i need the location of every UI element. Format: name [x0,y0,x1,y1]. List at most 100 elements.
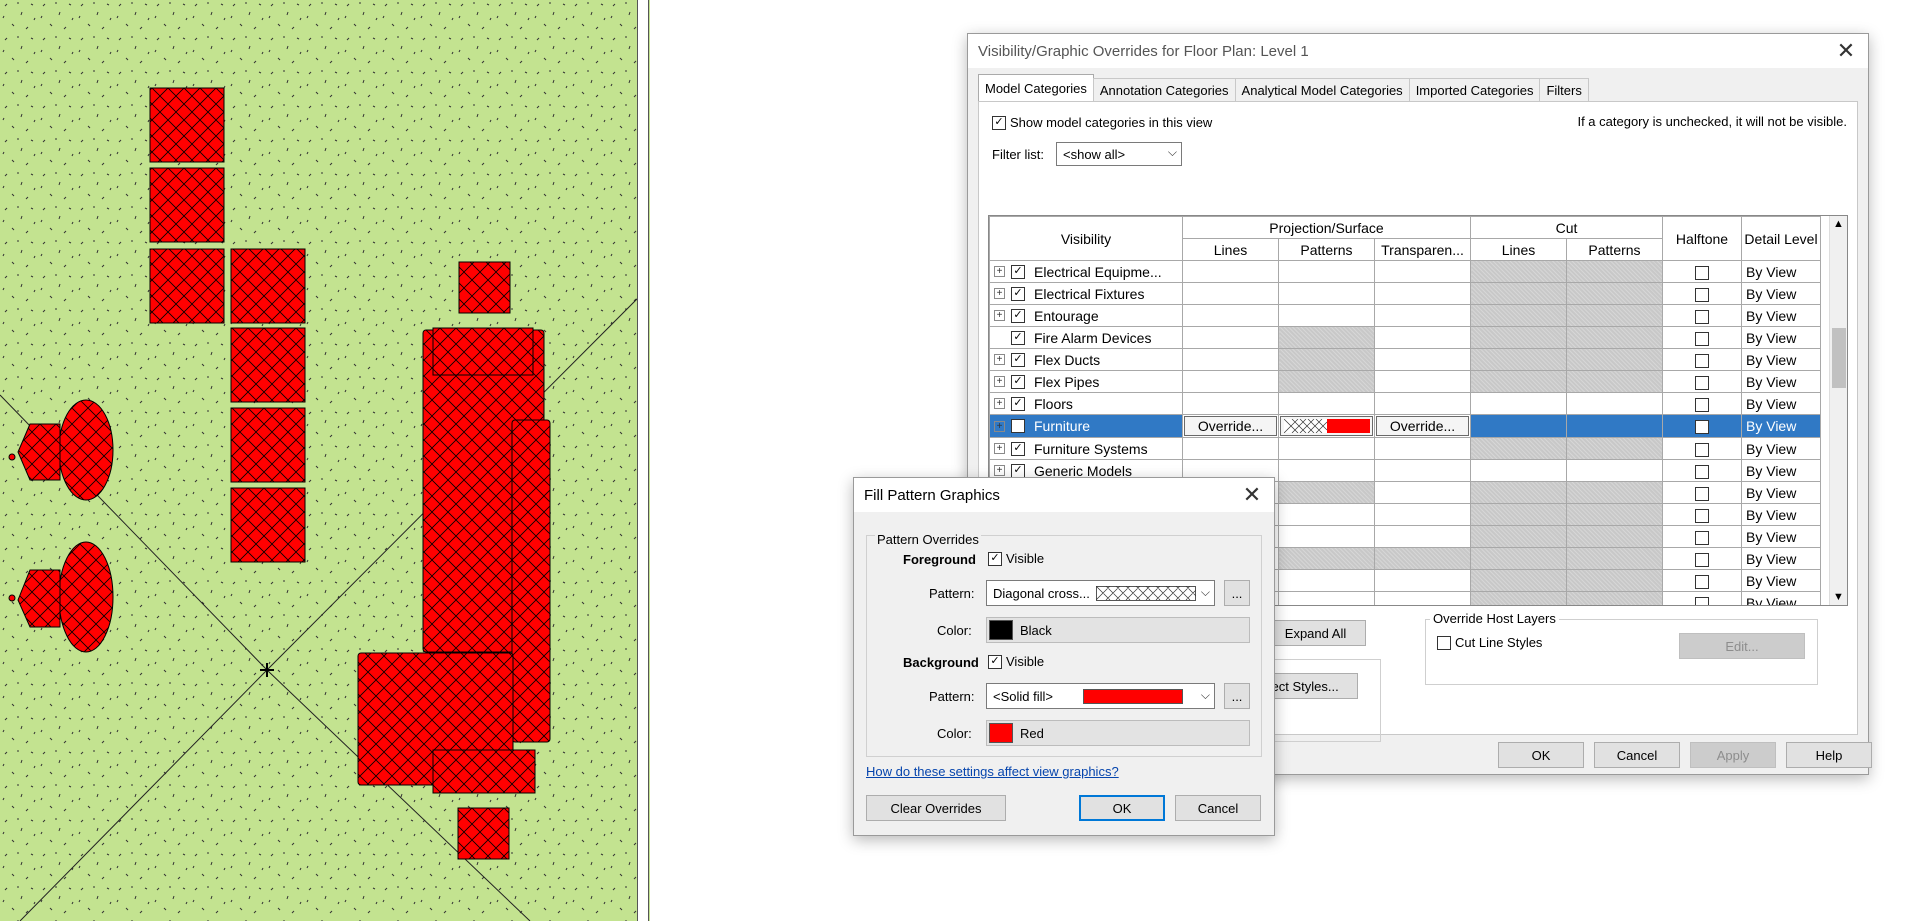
override-cell[interactable] [1374,437,1471,460]
visibility-checkbox[interactable]: ✓ [1011,441,1025,456]
override-cell[interactable] [1566,326,1663,349]
override-button[interactable]: Override... [1184,416,1277,436]
detail-level-cell[interactable]: By View [1741,326,1821,349]
override-cell[interactable] [1566,282,1663,305]
detail-level-cell[interactable]: By View [1741,348,1821,371]
halftone-checkbox[interactable] [1695,552,1709,567]
visibility-checkbox[interactable]: ✓ [1011,352,1025,367]
table-row[interactable]: + ✓ Flex Ducts By View [989,348,1821,371]
table-row[interactable]: + ✓ Floors By View [989,392,1821,415]
tab-annotation-categories[interactable]: Annotation Categories [1092,78,1236,102]
override-cell[interactable] [1182,260,1279,283]
visibility-checkbox[interactable]: ✓ [1011,396,1025,411]
override-cell[interactable] [1182,437,1279,460]
override-cell[interactable] [1566,591,1663,605]
foreground-color-button[interactable]: Black [986,617,1250,643]
category-cell[interactable]: + ✓ Entourage [989,304,1183,327]
halftone-checkbox[interactable] [1695,464,1709,479]
fp-cancel-button[interactable]: Cancel [1175,795,1261,821]
background-visible-checkbox[interactable]: ✓ [988,654,1002,669]
halftone-checkbox[interactable] [1695,420,1709,435]
override-cell[interactable] [1566,437,1663,460]
halftone-cell[interactable] [1662,547,1742,570]
override-cell[interactable] [1470,392,1567,415]
detail-level-cell[interactable]: By View [1741,392,1821,415]
halftone-cell[interactable] [1662,481,1742,504]
override-cell[interactable] [1470,304,1567,327]
close-icon[interactable]: ✕ [1834,38,1858,63]
override-cell[interactable] [1278,591,1375,605]
halftone-checkbox[interactable] [1695,287,1709,302]
halftone-checkbox[interactable] [1695,375,1709,390]
override-cell[interactable] [1470,503,1567,526]
override-cell[interactable] [1470,282,1567,305]
category-cell[interactable]: + ✓ Electrical Fixtures [989,282,1183,305]
detail-level-cell[interactable]: By View [1741,260,1821,283]
category-cell[interactable]: + ✓ Flex Ducts [989,348,1183,371]
override-cell[interactable] [1566,304,1663,327]
table-row[interactable]: + ✓ Furniture Systems By View [989,437,1821,460]
halftone-cell[interactable] [1662,569,1742,592]
detail-level-cell[interactable]: By View [1741,547,1821,570]
detail-level-cell[interactable]: By View [1741,525,1821,548]
override-cell[interactable] [1278,437,1375,460]
visibility-checkbox[interactable]: ✓ [1011,308,1025,323]
help-link[interactable]: How do these settings affect view graphi… [866,764,1119,779]
override-cell[interactable] [1278,525,1375,548]
scroll-thumb[interactable] [1832,328,1846,388]
override-cell[interactable] [1566,348,1663,371]
override-cell[interactable] [1182,392,1279,415]
override-cell[interactable] [1566,459,1663,482]
override-cell[interactable] [1374,348,1471,371]
halftone-checkbox[interactable] [1695,508,1709,523]
override-cell[interactable] [1278,370,1375,393]
override-cell[interactable] [1566,547,1663,570]
halftone-checkbox[interactable] [1695,331,1709,346]
fp-titlebar[interactable]: Fill Pattern Graphics ✕ [854,478,1274,512]
tab-filters[interactable]: Filters [1539,78,1589,102]
pattern-override-cell[interactable] [1278,414,1375,438]
edit-button[interactable]: Edit... [1679,633,1805,659]
override-cell[interactable] [1566,569,1663,592]
override-cell[interactable] [1182,304,1279,327]
halftone-cell[interactable] [1662,370,1742,393]
halftone-checkbox[interactable] [1695,574,1709,589]
header-visibility[interactable]: Visibility [989,216,1183,261]
scroll-up-icon[interactable]: ▲ [1833,218,1844,230]
halftone-cell[interactable] [1662,414,1742,438]
override-cell[interactable] [1374,525,1471,548]
tab-model-categories[interactable]: Model Categories [978,74,1094,102]
expand-icon[interactable]: + [994,376,1005,387]
override-cell[interactable] [1470,459,1567,482]
override-cell[interactable] [1566,525,1663,548]
halftone-cell[interactable] [1662,304,1742,327]
expand-icon[interactable]: + [994,310,1005,321]
scroll-down-icon[interactable]: ▼ [1833,591,1844,603]
override-cell[interactable] [1470,414,1567,438]
halftone-checkbox[interactable] [1695,309,1709,324]
help-button[interactable]: Help [1786,742,1872,768]
detail-level-cell[interactable]: By View [1741,481,1821,504]
grid-scrollbar[interactable]: ▲ ▼ [1829,216,1847,605]
override-cell[interactable] [1374,392,1471,415]
override-cell[interactable] [1278,547,1375,570]
override-cell[interactable] [1470,437,1567,460]
override-cell[interactable] [1278,459,1375,482]
override-cell[interactable] [1278,481,1375,504]
override-cell[interactable] [1374,503,1471,526]
detail-level-cell[interactable]: By View [1741,503,1821,526]
override-button[interactable]: Override... [1376,416,1469,436]
category-cell[interactable]: + ✓ Electrical Equipme... [989,260,1183,283]
visibility-checkbox[interactable]: ✓ [1011,286,1025,301]
override-cell[interactable] [1566,260,1663,283]
override-cell[interactable] [1374,547,1471,570]
override-cell[interactable] [1566,392,1663,415]
detail-level-cell[interactable]: By View [1741,459,1821,482]
override-cell[interactable] [1470,326,1567,349]
category-cell[interactable]: ✓ Fire Alarm Devices [989,326,1183,349]
table-row[interactable]: + ✓ Flex Pipes By View [989,370,1821,393]
table-row[interactable]: + ✓ Electrical Equipme... By View [989,260,1821,283]
visibility-checkbox[interactable]: ✓ [1011,330,1025,345]
halftone-cell[interactable] [1662,348,1742,371]
table-row[interactable]: + ✓ Furniture Override... Override... By View [989,414,1821,438]
